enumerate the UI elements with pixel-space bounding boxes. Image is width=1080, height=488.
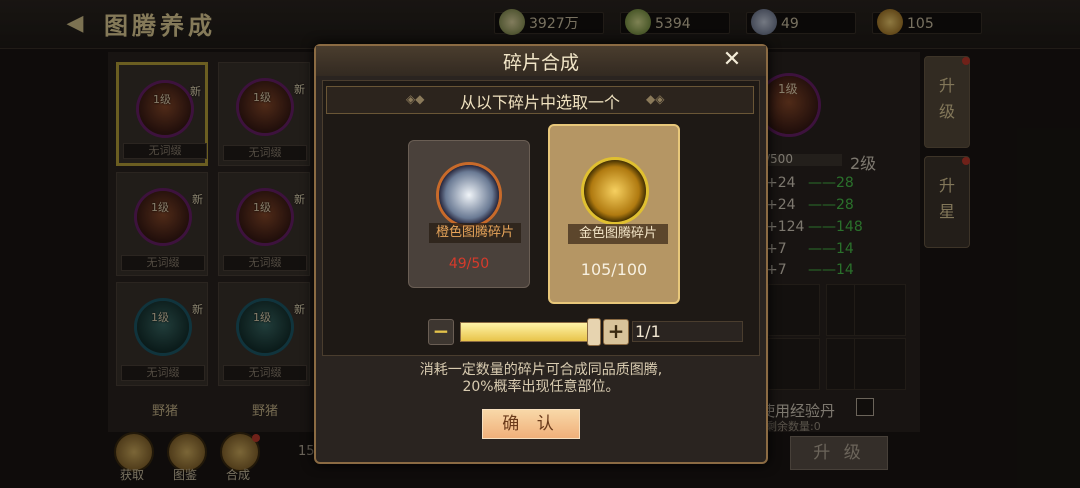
dialog-subtitle: 从以下碎片中选取一个	[459, 93, 620, 112]
orange-fragment-icon	[439, 165, 499, 225]
decrease-button[interactable]: −	[428, 319, 454, 345]
gold-fragment-icon	[584, 160, 646, 222]
dialog-title: 碎片合成	[502, 52, 579, 74]
close-icon[interactable]: ✕	[720, 48, 744, 72]
slider-handle[interactable]	[587, 318, 601, 346]
slider-fill	[461, 323, 595, 341]
fragment-count: 49/50	[448, 256, 490, 272]
description-line: 消耗一定数量的碎片可合成同品质图腾,	[419, 362, 663, 378]
quantity-display: 1/1	[632, 321, 743, 342]
increase-button[interactable]: +	[603, 319, 629, 345]
description-line: 20%概率出现任意部位。	[462, 379, 620, 395]
description: 消耗一定数量的碎片可合成同品质图腾, 20%概率出现任意部位。	[322, 362, 760, 396]
confirm-button[interactable]: 确 认	[482, 409, 580, 439]
fragment-name: 橙色图腾碎片	[429, 223, 521, 243]
dialog-body	[322, 80, 760, 356]
fragment-count: 105/100	[580, 260, 648, 279]
fragment-name: 金色图腾碎片	[568, 224, 668, 244]
